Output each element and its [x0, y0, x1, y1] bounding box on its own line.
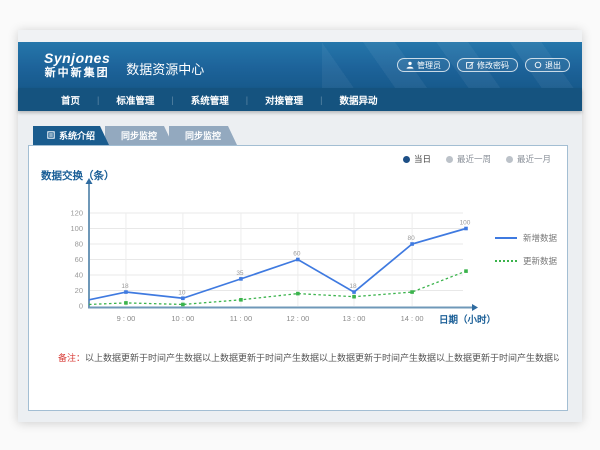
radio-dot-icon: [506, 156, 513, 163]
logout-icon: [534, 61, 542, 69]
tab-sync-monitor-2[interactable]: 同步监控: [169, 126, 237, 145]
radio-last-month-label: 最近一月: [517, 153, 551, 165]
radio-dot-icon: [446, 156, 453, 163]
tab-sync-monitor-1[interactable]: 同步监控: [105, 126, 173, 145]
tab-label: 同步监控: [185, 129, 221, 142]
svg-text:日期（小时）: 日期（小时）: [439, 314, 496, 326]
nav-item-standard-mgmt[interactable]: 标准管理: [99, 93, 171, 107]
legend-item-new-data[interactable]: 新增数据: [495, 232, 557, 244]
svg-text:80: 80: [407, 235, 415, 242]
tab-bar: 系统介绍 同步监控 同步监控: [33, 126, 237, 145]
chart-panel: 0 20 40 60 80 100 120 9 : 00 10 : 00 11 : 00 12 : …: [28, 145, 568, 411]
svg-text:40: 40: [75, 271, 83, 280]
legend-label: 新增数据: [523, 232, 557, 244]
svg-text:18: 18: [121, 283, 129, 290]
svg-text:10: 10: [178, 289, 186, 296]
svg-text:100: 100: [460, 220, 471, 227]
svg-text:11 : 00: 11 : 00: [230, 314, 252, 323]
radio-today[interactable]: 当日: [403, 153, 431, 165]
screen: Synjones 新中新集团 数据资源中心 管理员 修改密码 退出: [0, 0, 600, 450]
nav-item-connect-mgmt[interactable]: 对接管理: [248, 93, 320, 107]
svg-text:18: 18: [349, 283, 357, 290]
tab-label: 系统介绍: [59, 129, 95, 142]
svg-text:14 : 00: 14 : 00: [401, 314, 424, 323]
svg-text:12 : 00: 12 : 00: [286, 314, 309, 323]
main-nav: 首页 | 标准管理 | 系统管理 | 对接管理 | 数据异动: [18, 88, 582, 111]
nav-item-data-change[interactable]: 数据异动: [322, 93, 394, 107]
y-axis-title: 数据交换（条）: [41, 168, 115, 183]
change-password-button[interactable]: 修改密码: [457, 58, 518, 72]
nav-item-home[interactable]: 首页: [44, 93, 97, 107]
admin-button-label: 管理员: [417, 60, 441, 71]
svg-text:35: 35: [236, 270, 244, 277]
tab-label: 同步监控: [121, 129, 157, 142]
time-range-filter: 当日 最近一周 最近一月: [403, 153, 551, 165]
page: Synjones 新中新集团 数据资源中心 管理员 修改密码 退出: [18, 30, 582, 422]
app-header: Synjones 新中新集团 数据资源中心 管理员 修改密码 退出: [18, 42, 582, 88]
svg-text:120: 120: [70, 209, 83, 218]
footnote-text: 以上数据更新于时间产生数据以上数据更新于时间产生数据以上数据更新于时间产生数据以…: [85, 353, 559, 363]
nav-item-system-mgmt[interactable]: 系统管理: [174, 93, 246, 107]
footnote: 备注：以上数据更新于时间产生数据以上数据更新于时间产生数据以上数据更新于时间产生…: [58, 351, 559, 364]
user-actions: 管理员 修改密码 退出: [397, 58, 570, 72]
content-area: 系统介绍 同步监控 同步监控 0 20 40 60 80 100 120 9 : 00 10 :…: [18, 111, 582, 422]
document-icon: [47, 131, 55, 141]
tab-system-intro[interactable]: 系统介绍: [33, 126, 109, 145]
svg-text:60: 60: [293, 251, 301, 258]
svg-text:13 : 00: 13 : 00: [343, 314, 366, 323]
solid-line-icon: [495, 237, 517, 239]
svg-text:9 : 00: 9 : 00: [117, 314, 136, 323]
legend-label: 更新数据: [523, 255, 557, 267]
dotted-line-icon: [495, 260, 517, 262]
edit-icon: [466, 61, 474, 69]
logout-button-label: 退出: [545, 60, 561, 71]
legend-item-updated-data[interactable]: 更新数据: [495, 255, 557, 267]
user-icon: [406, 61, 414, 69]
footnote-prefix: 备注：: [58, 353, 85, 363]
svg-text:100: 100: [70, 224, 83, 233]
svg-text:60: 60: [75, 255, 83, 264]
line-chart: 0 20 40 60 80 100 120 9 : 00 10 : 00 11 : 00 12 : …: [29, 146, 567, 410]
svg-text:80: 80: [75, 240, 83, 249]
radio-dot-icon: [403, 156, 410, 163]
radio-last-week-label: 最近一周: [457, 153, 491, 165]
radio-last-month[interactable]: 最近一月: [506, 153, 551, 165]
logo: Synjones 新中新集团: [44, 51, 110, 78]
admin-button[interactable]: 管理员: [397, 58, 450, 72]
radio-last-week[interactable]: 最近一周: [446, 153, 491, 165]
radio-today-label: 当日: [414, 153, 431, 165]
change-password-button-label: 修改密码: [477, 60, 509, 71]
svg-text:20: 20: [75, 286, 83, 295]
page-title: 数据资源中心: [126, 59, 204, 78]
svg-text:10 : 00: 10 : 00: [171, 314, 194, 323]
chart-legend: 新增数据 更新数据: [495, 232, 557, 267]
svg-text:0: 0: [79, 302, 83, 311]
logout-button[interactable]: 退出: [525, 58, 570, 72]
logo-text-en: Synjones: [44, 51, 110, 66]
logo-text-cn: 新中新集团: [44, 67, 110, 79]
